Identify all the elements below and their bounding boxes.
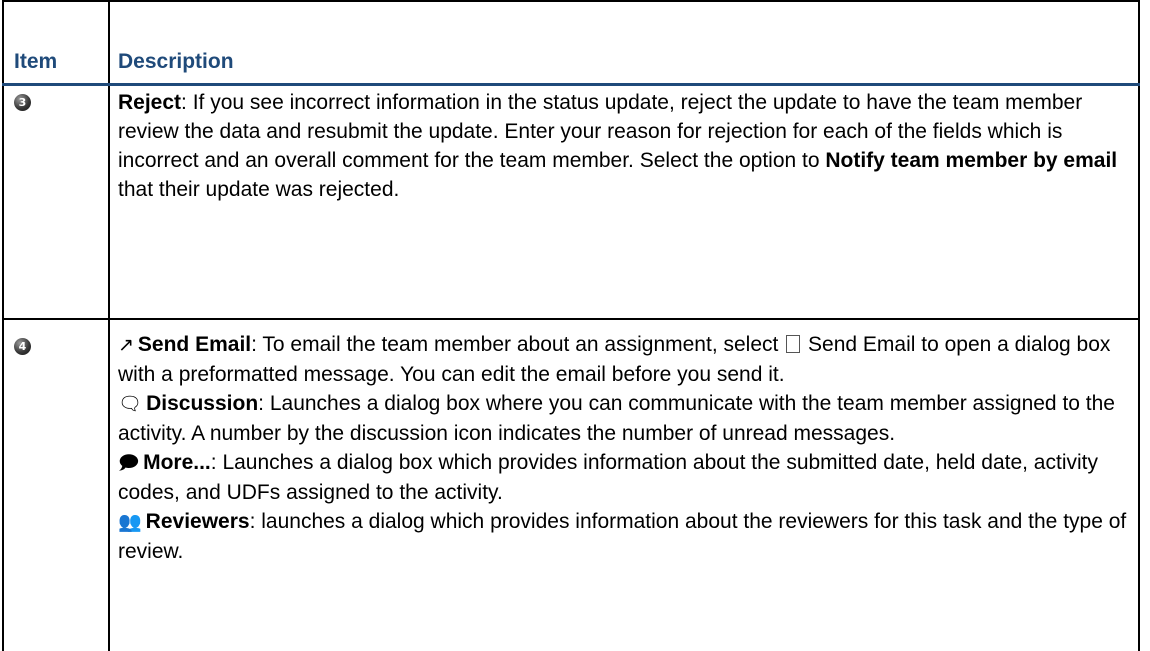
reject-paragraph: Reject: If you see incorrect information… [118, 88, 1130, 204]
notify-option-term: Notify team member by email [825, 149, 1118, 172]
table-border-left [2, 0, 4, 651]
discussion-term: Discussion [146, 392, 259, 415]
more-paragraph: 🗩 More...: Launches a dialog box which pr… [118, 448, 1130, 507]
header-underline [2, 83, 1140, 86]
send-email-text-1: : To email the team member about an assi… [251, 333, 785, 356]
missing-glyph-icon [786, 335, 801, 353]
reviewers-paragraph: 👥 Reviewers: launches a dialog which prov… [118, 507, 1130, 566]
row-divider [2, 318, 1140, 320]
callout-4-icon: 4 [14, 338, 31, 355]
send-email-term: Send Email [137, 333, 252, 356]
more-text: : Launches a dialog box which provides i… [118, 451, 1098, 504]
reject-term: Reject [118, 91, 182, 114]
discussion-icon: 🗨 [118, 393, 143, 415]
reviewers-text: : launches a dialog which provides infor… [118, 510, 1127, 563]
send-email-paragraph: ↗ Send Email: To email the team member ab… [118, 330, 1130, 389]
send-email-icon: ↗ [118, 334, 134, 356]
reviewers-icon: 👥 [118, 511, 142, 533]
callout-number: 4 [18, 340, 27, 353]
reviewers-term: Reviewers [145, 510, 250, 533]
row-reject-description: Reject: If you see incorrect information… [118, 88, 1130, 204]
callout-number: 3 [18, 96, 27, 109]
item-description-table: Item Description 3 Reject: If you see in… [0, 0, 1150, 651]
row-actions-description: ↗ Send Email: To email the team member ab… [118, 330, 1130, 566]
header-description: Description [118, 50, 234, 73]
table-border-right [1138, 0, 1140, 651]
more-icon: 🗩 [118, 452, 140, 474]
header-item: Item [14, 50, 58, 73]
table-border-top [2, 0, 1140, 2]
more-term: More... [143, 451, 211, 474]
discussion-text: : Launches a dialog box where you can co… [118, 392, 1115, 445]
reject-text-2: that their update was rejected. [118, 178, 400, 201]
callout-3-icon: 3 [14, 94, 31, 111]
table-column-divider [108, 0, 110, 651]
discussion-paragraph: 🗨 Discussion: Launches a dialog box where… [118, 389, 1130, 448]
